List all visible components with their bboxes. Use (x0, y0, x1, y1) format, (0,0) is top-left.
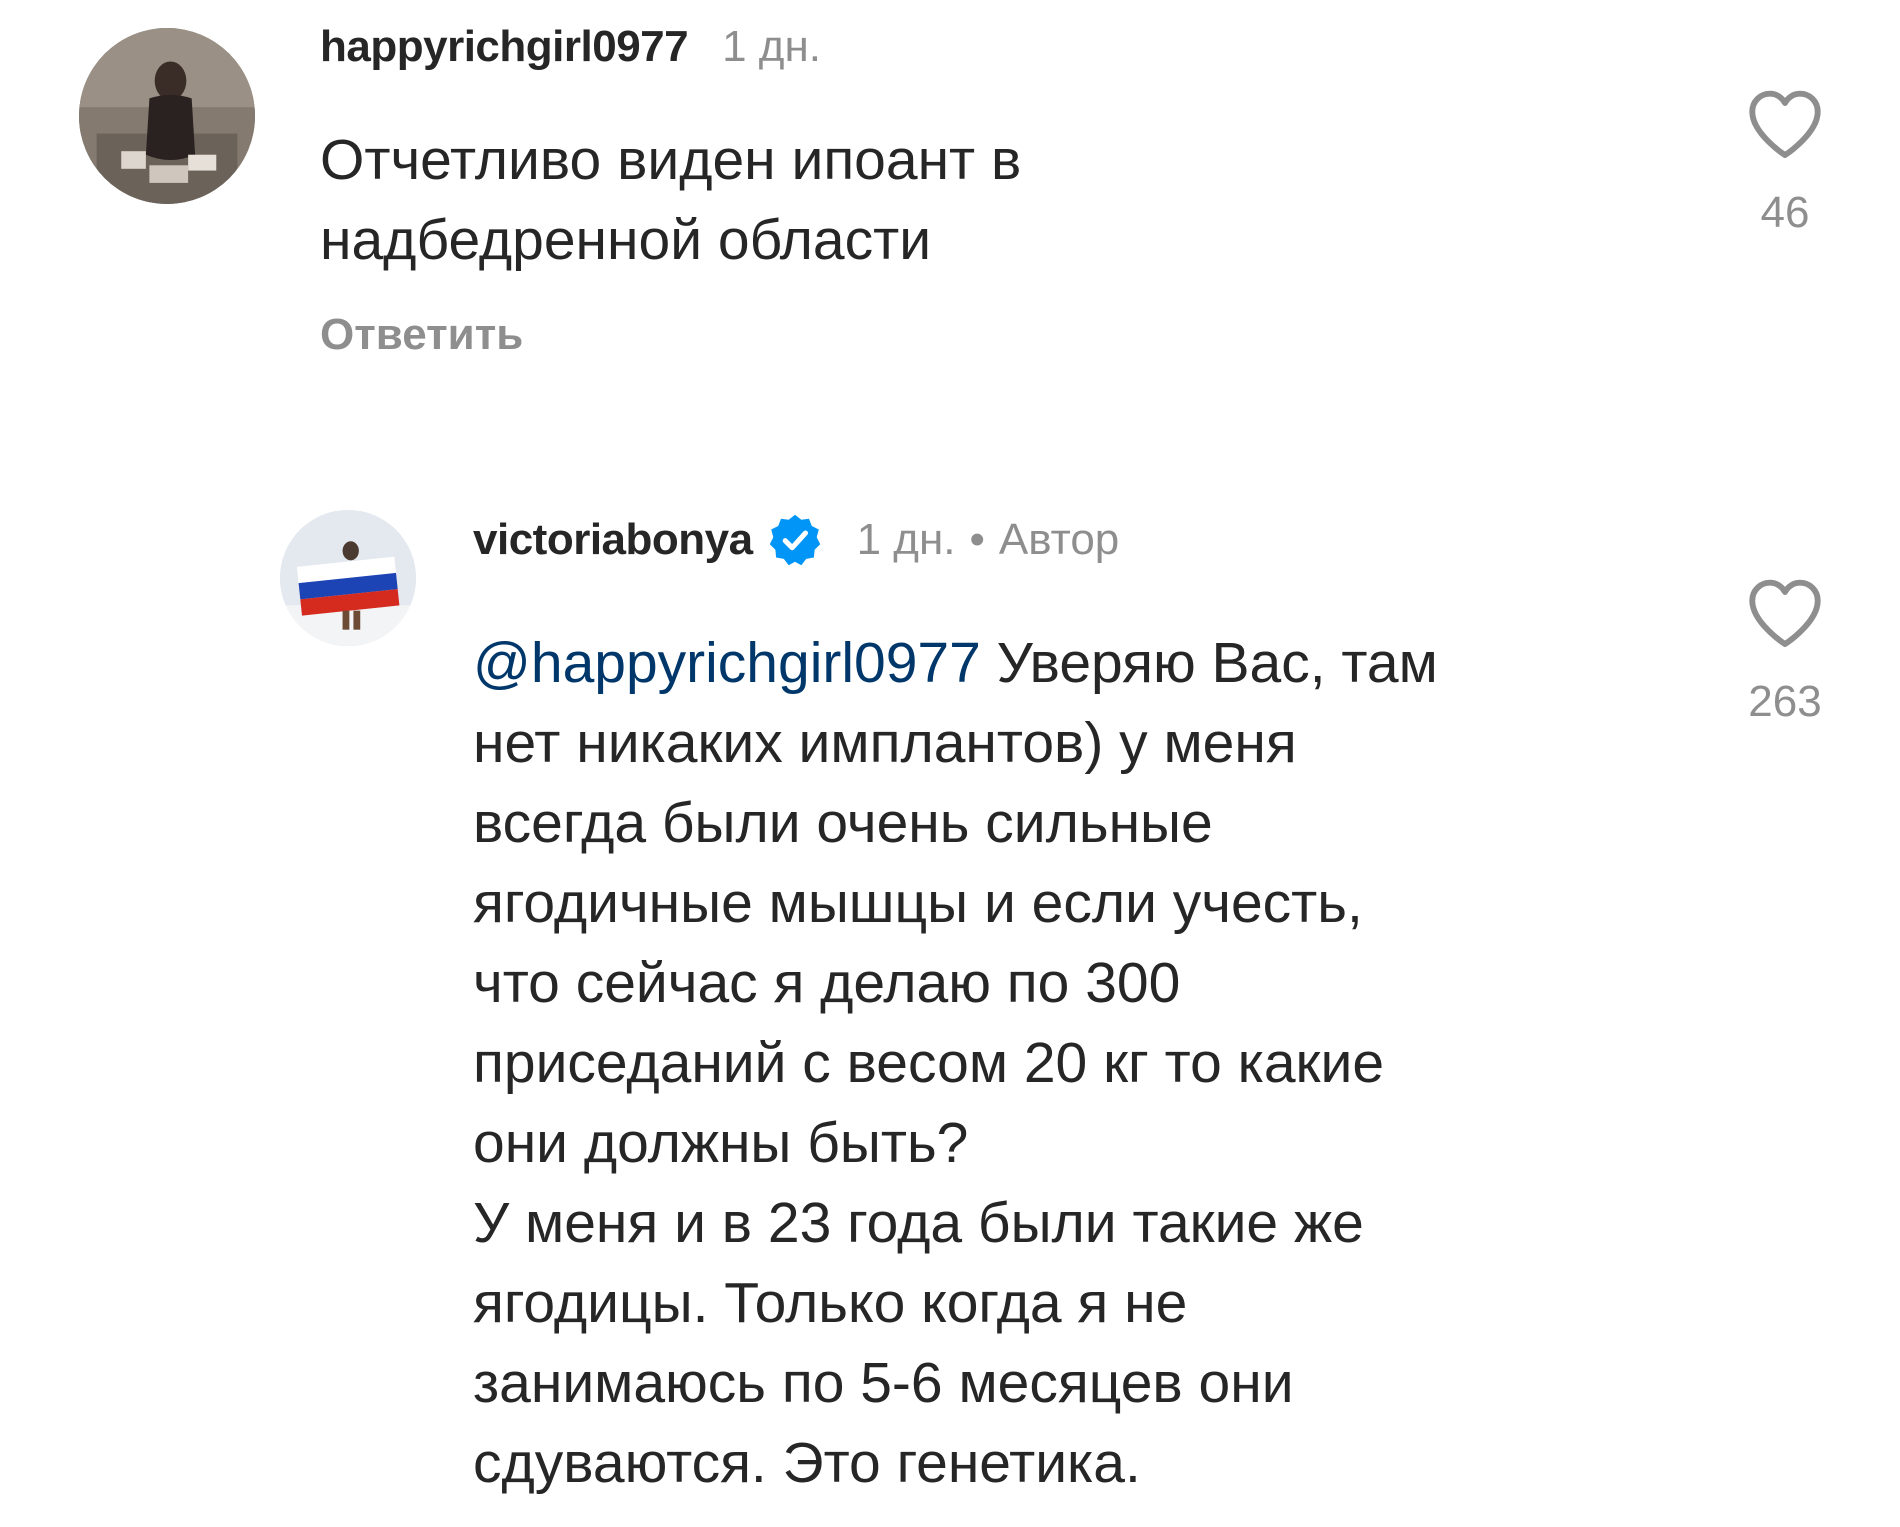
timestamp: 1 дн. (856, 515, 956, 564)
like-button[interactable]: 46 (1745, 88, 1825, 238)
heart-outline-icon (1749, 579, 1821, 648)
comments-list: happyrichgirl0977 1 дн. Отчетливо виден … (0, 0, 1900, 1527)
heart-outline-icon (1749, 90, 1821, 159)
like-count: 263 (1748, 677, 1822, 726)
verified-badge-icon (767, 512, 823, 568)
like-count: 46 (1760, 188, 1810, 237)
comment: happyrichgirl0977 1 дн. Отчетливо виден … (0, 0, 1900, 460)
mention-link[interactable]: @happyrichgirl0977 (473, 631, 981, 695)
avatar-image (79, 28, 255, 204)
comment-meta: victoriabonya 1 дн. • Автор (473, 512, 1119, 568)
comment-body: Уверяю Вас, там нет никаких имплантов) у… (473, 631, 1438, 1495)
avatar-image (280, 510, 416, 646)
like-button[interactable]: 263 (1745, 577, 1825, 727)
author-label: Автор (998, 515, 1120, 564)
comment: victoriabonya 1 дн. • Автор @happyrichgi… (0, 480, 1900, 1520)
comment-text: Отчетливо виден ипоант в надбедренной об… (320, 128, 1022, 272)
avatar[interactable] (280, 510, 416, 646)
username[interactable]: victoriabonya (473, 515, 753, 565)
comment-text: @happyrichgirl0977 Уверяю Вас, там нет н… (473, 623, 1703, 1503)
reply-button[interactable]: Ответить (320, 310, 523, 360)
avatar[interactable] (79, 28, 255, 204)
username[interactable]: happyrichgirl0977 (320, 22, 689, 72)
comment-meta: happyrichgirl0977 1 дн. (320, 22, 821, 72)
timestamp: 1 дн. (722, 22, 822, 71)
separator-dot: • (969, 515, 985, 564)
